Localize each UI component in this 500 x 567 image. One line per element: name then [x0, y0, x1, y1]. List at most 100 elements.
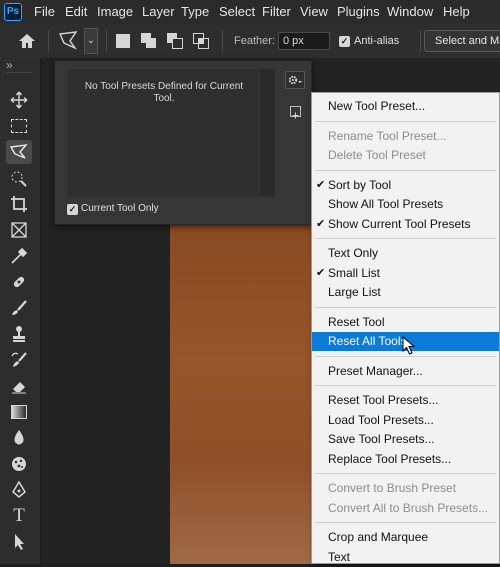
options-bar: ⌄ Feather: 0 px ✓ Anti-alias Select and … [0, 24, 500, 59]
menu-item-label: Reset Tool [328, 314, 385, 329]
menu-item-reset-tool[interactable]: Reset Tool [312, 313, 499, 332]
marquee-tool-icon[interactable] [6, 114, 32, 138]
menu-item-preset-manager[interactable]: Preset Manager... [312, 362, 499, 381]
crop-tool-icon[interactable] [6, 192, 32, 216]
menu-item-label: Delete Tool Preset [328, 148, 426, 162]
separator [6, 72, 32, 73]
path-selection-tool-icon[interactable] [6, 530, 32, 554]
spot-healing-tool-icon[interactable] [6, 270, 32, 294]
menu-type[interactable]: Type [181, 0, 209, 24]
menu-item-label: Replace Tool Presets... [328, 451, 452, 466]
history-brush-tool-icon[interactable] [6, 348, 32, 372]
menu-item-label: Convert All to Brush Presets... [328, 500, 489, 515]
blur-tool-icon[interactable] [6, 426, 32, 450]
add-to-selection-icon[interactable] [141, 33, 157, 49]
menu-item-show-all-tool-presets[interactable]: Show All Tool Presets [312, 195, 499, 214]
empty-presets-message: No Tool Presets Defined for Current Tool… [84, 81, 244, 104]
menu-item-crop-and-marquee[interactable]: Crop and Marquee [312, 528, 499, 547]
feather-label: Feather: [234, 35, 275, 47]
menu-item-text-only[interactable]: Text Only [312, 244, 499, 263]
polygonal-lasso-tool-icon[interactable] [6, 140, 32, 164]
menu-item-large-list[interactable]: Large List [312, 283, 499, 302]
mouse-cursor [402, 335, 416, 356]
menu-item-label: Show Current Tool Presets [328, 216, 471, 231]
type-tool-icon[interactable]: T [6, 504, 32, 528]
pen-tool-icon[interactable] [6, 478, 32, 502]
menu-item-sort-by-tool[interactable]: ✔ Sort by Tool [312, 176, 499, 195]
menu-filter[interactable]: Filter [262, 0, 291, 24]
menu-separator [315, 385, 496, 386]
menu-item-label: Large List [328, 285, 381, 299]
menu-item-label: Text Only [328, 246, 379, 260]
menu-item-small-list[interactable]: ✔ Small List [312, 264, 499, 283]
menu-item-label: Reset Tool Presets... [328, 393, 439, 407]
menu-separator [315, 238, 496, 239]
new-preset-icon[interactable] [290, 106, 301, 119]
menu-help[interactable]: Help [443, 0, 470, 24]
tool-preset-picker[interactable]: ⌄ [56, 28, 98, 54]
menu-plugins[interactable]: Plugins [337, 0, 380, 24]
brush-tool-icon[interactable] [6, 296, 32, 320]
polygonal-lasso-icon [58, 31, 78, 50]
menu-item-load-tool-presets[interactable]: Load Tool Presets... [312, 411, 499, 430]
separator [48, 30, 49, 52]
menu-item-rename-tool-preset: Rename Tool Preset... [312, 127, 499, 146]
menu-item-show-current-tool-presets[interactable]: ✔ Show Current Tool Presets [312, 215, 499, 234]
frame-tool-icon[interactable] [6, 218, 32, 242]
menu-item-convert-to-brush-preset: Convert to Brush Preset [312, 479, 499, 498]
new-selection-icon[interactable] [116, 34, 130, 48]
gradient-tool-icon[interactable] [6, 400, 32, 424]
menu-window[interactable]: Window [387, 0, 433, 24]
home-icon[interactable] [16, 32, 38, 50]
gear-icon[interactable] [285, 71, 305, 89]
menu-separator [315, 120, 496, 122]
current-tool-only-label: Current Tool Only [81, 203, 159, 214]
antialias-checkbox[interactable]: ✓ [339, 36, 350, 47]
feather-input[interactable]: 0 px [278, 32, 330, 50]
separator [222, 30, 223, 52]
menu-select[interactable]: Select [219, 0, 255, 24]
antialias-label: Anti-alias [354, 35, 400, 47]
quick-selection-tool-icon[interactable] [6, 166, 32, 190]
menu-separator [315, 306, 496, 308]
menu-layer[interactable]: Layer [142, 0, 175, 24]
menu-item-label: Text [328, 549, 351, 564]
menu-file[interactable]: File [34, 0, 55, 24]
menu-item-label: New Tool Preset... [328, 99, 426, 113]
menu-item-label: Show All Tool Presets [328, 197, 444, 211]
menu-separator [315, 522, 496, 523]
select-and-mask-button[interactable]: Select and Mask... [424, 30, 500, 52]
sponge-tool-icon[interactable] [6, 452, 32, 476]
menu-item-label: Save Tool Presets... [328, 432, 435, 446]
move-tool-icon[interactable] [6, 88, 32, 112]
menu-item-label: Load Tool Presets... [328, 412, 434, 427]
intersect-selection-icon[interactable] [193, 33, 209, 49]
menu-image[interactable]: Image [97, 0, 133, 24]
menu-item-convert-all-to-brush-presets: Convert All to Brush Presets... [312, 499, 499, 518]
menu-item-label: Convert to Brush Preset [328, 481, 457, 495]
menu-item-reset-tool-presets[interactable]: Reset Tool Presets... [312, 391, 499, 410]
menu-edit[interactable]: Edit [65, 0, 87, 24]
menu-item-label: Crop and Marquee [328, 530, 429, 544]
subtract-from-selection-icon[interactable] [167, 33, 183, 49]
eyedropper-tool-icon[interactable] [6, 244, 32, 268]
clone-stamp-tool-icon[interactable] [6, 322, 32, 346]
current-tool-only-checkbox[interactable]: ✓ [67, 204, 78, 215]
tool-presets-menu: New Tool Preset... Rename Tool Preset... D… [311, 92, 500, 564]
menu-item-label: Reset All Tools [328, 334, 407, 348]
menu-item-save-tool-presets[interactable]: Save Tool Presets... [312, 430, 499, 449]
photoshop-logo-icon[interactable]: Ps [4, 3, 22, 21]
menu-item-label: Sort by Tool [328, 177, 392, 192]
menu-item-label: Preset Manager... [328, 363, 423, 378]
menu-view[interactable]: View [300, 0, 328, 24]
preset-list[interactable]: No Tool Presets Defined for Current Tool… [67, 69, 261, 197]
menu-item-delete-tool-preset: Delete Tool Preset [312, 146, 499, 165]
collapse-panel-icon[interactable]: » [6, 58, 13, 72]
menu-item-new-tool-preset[interactable]: New Tool Preset... [312, 97, 499, 116]
eraser-tool-icon[interactable] [6, 374, 32, 398]
menu-separator [315, 169, 496, 171]
menu-item-replace-tool-presets[interactable]: Replace Tool Presets... [312, 450, 499, 469]
preset-scrollbar[interactable] [261, 69, 275, 197]
tool-presets-panel: No Tool Presets Defined for Current Tool… [54, 60, 312, 225]
menu-bar: Ps File Edit Image Layer Type Select Fil… [0, 0, 500, 24]
